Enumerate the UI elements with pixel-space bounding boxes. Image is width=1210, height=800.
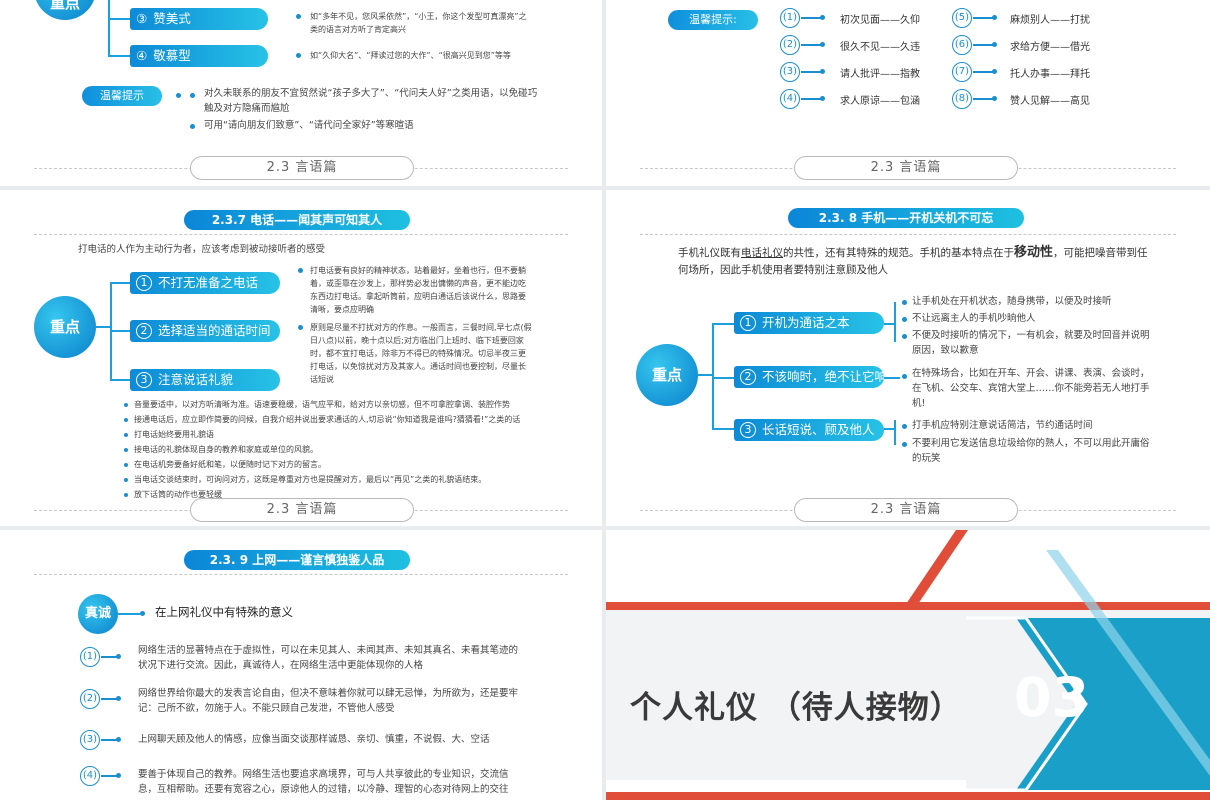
pill-keep-on: 1 开机为通话之本 <box>734 312 884 334</box>
section-header: 2.3. 8 手机——开机关机不可忘 <box>788 208 1024 228</box>
focus-circle: 重点 <box>636 344 698 406</box>
cover-graphic <box>606 530 1210 800</box>
focus-circle: 重点 <box>34 296 96 358</box>
pill-praise: ③ 赞美式 <box>130 8 268 30</box>
pill-admire: ④ 敬慕型 <box>130 45 268 67</box>
section-header: 2.3.7 电话——闻其声可知其人 <box>184 210 410 230</box>
intro-text: 手机礼仪既有电话礼仪的共性，还有其特殊的规范。手机的基本特点在于移动性，可能把噪… <box>678 245 1148 276</box>
praise-text: 如“多年不见，您风采依然”，“小王，你这个发型可真漂亮”之类的语言对方听了肯定高… <box>310 12 527 34</box>
tip-label: 温馨提示: <box>668 10 758 30</box>
pill-silent: 2 不该响时，绝不让它响 <box>734 366 887 388</box>
footer-label: 2.3 言语篇 <box>794 498 1018 522</box>
intro-text: 打电话的人作为主动行为者，应该考虑到被动接听者的感受 <box>78 244 326 255</box>
pill-prepare: 1 不打无准备之电话 <box>130 272 280 294</box>
footer-label: 2.3 言语篇 <box>190 498 414 522</box>
section-number: 03 <box>1014 666 1090 729</box>
slide-section-cover: 个人礼仪 （待人接物） 03 <box>606 530 1210 800</box>
pill-timing: 2 选择适当的通话时间 <box>130 320 280 342</box>
section-header: 2.3. 9 上网——谨言慎独鉴人品 <box>184 550 410 570</box>
timing-text: 原则是尽量不打扰对方的作息。一般而言，三餐时间,早七点(假日八点)以前，晚十点以… <box>310 323 532 384</box>
slide-greeting-types: 重点 ③ 赞美式 ④ 敬慕型 如“多年不见，您风采依然”，“小王，你这个发型可真漂亮… <box>0 0 602 186</box>
prepare-text: 打电话要有良好的精神状态，站着最好，坐着也行，但不要躺着，或歪靠在沙发上，那样势… <box>310 266 526 314</box>
tip-text-2: 可用“请向朋友们致意”、“请代问全家好”等寒暄语 <box>204 120 414 131</box>
footer-label: 2.3 言语篇 <box>794 156 1018 180</box>
sincerity-badge: 真诚 <box>78 594 118 634</box>
pill-brief: 3 长话短说、顾及他人 <box>734 419 884 441</box>
slide-online: 2.3. 9 上网——谨言慎独鉴人品 真诚 在上网礼仪中有特殊的意义 (1) 网… <box>0 530 602 800</box>
slide-mobile-phone: 2.3. 8 手机——开机关机不可忘 手机礼仪既有电话礼仪的共性，还有其特殊的规… <box>606 190 1210 526</box>
footer-label: 2.3 言语篇 <box>190 156 414 180</box>
slide-polite-phrases: 温馨提示: (1) 初次见面——久仰 (2) 很久不见——久违 (3) 请人批评… <box>606 0 1210 186</box>
slide-telephone: 2.3.7 电话——闻其声可知其人 打电话的人作为主动行为者，应该考虑到被动接听… <box>0 190 602 526</box>
tip-label: 温馨提示 <box>82 86 162 106</box>
tip-text-1: 对久未联系的朋友不宜贸然说“孩子多大了”、“代问夫人好”之类用语，以免碰巧触及对… <box>204 88 538 114</box>
focus-circle: 重点 <box>34 0 96 20</box>
cover-title: 个人礼仪 （待人接物） <box>630 690 962 726</box>
admire-text: 如“久仰大名”、“拜读过您的大作”、“很高兴见到您”等等 <box>310 51 511 60</box>
subtitle: 在上网礼仪中有特殊的意义 <box>155 605 293 619</box>
pill-courtesy: 3 注意说话礼貌 <box>130 369 280 391</box>
